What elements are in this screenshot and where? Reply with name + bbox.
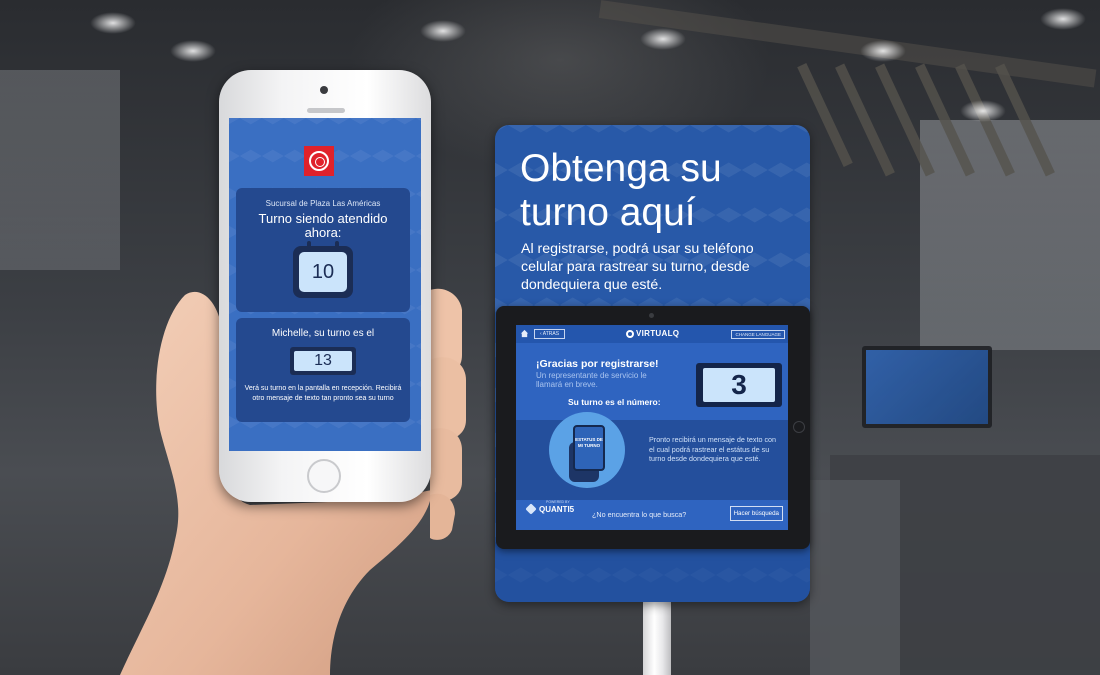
user-turn-number: 13 — [294, 351, 352, 371]
representative-text: Un representante de servicio le llamará … — [536, 371, 647, 389]
status-label: ESTATUS DE MI TURNO — [575, 437, 603, 448]
kiosk-footer — [495, 542, 810, 602]
tablet-camera — [649, 313, 654, 318]
brand-name: VIRTUALQ — [636, 329, 680, 338]
phone-screen: Sucursal de Plaza Las Américas Turno sie… — [229, 118, 421, 451]
kiosk-title: Obtenga su turno aquí — [520, 147, 722, 234]
kiosk-subtitle: Al registrarse, podrá usar su teléfono c… — [521, 241, 754, 293]
quantis-logo-icon — [525, 503, 537, 515]
tablet-screen: ‹ ATRAS VIRTUALQ CHANGE LANGUAGE ¡Gracia… — [516, 325, 788, 530]
quantis-name: QUANTI5 — [539, 504, 575, 514]
calendar-icon: 10 — [293, 241, 353, 298]
back-button[interactable]: ‹ ATRAS — [534, 329, 566, 339]
earpiece-speaker — [307, 108, 345, 113]
branch-name: Sucursal de Plaza Las Américas — [265, 199, 381, 208]
user-turn-label: Michelle, su turno es el — [271, 328, 375, 339]
not-found-text: ¿No encuentra lo que busca? — [592, 510, 687, 519]
tablet: ‹ ATRAS VIRTUALQ CHANGE LANGUAGE ¡Gracia… — [496, 306, 810, 549]
your-turn-label: Su turno es el número: — [568, 397, 661, 407]
virtualq-logo-icon — [626, 329, 634, 338]
status-phone-icon: ESTATUS DE MI TURNO — [549, 412, 625, 488]
thanks-heading: ¡Gracias por registrarse! — [536, 358, 659, 370]
your-turn-card: Michelle, su turno es el 13 Verá su turn… — [236, 318, 410, 422]
ticket-icon: 3 — [696, 363, 782, 407]
quantis-logo: POWERED BY QUANTI5 — [525, 500, 575, 515]
home-button[interactable] — [307, 459, 341, 493]
serving-number: 10 — [299, 252, 347, 292]
bank-logo-icon — [304, 146, 334, 176]
home-icon[interactable] — [520, 329, 529, 338]
kiosk-pole — [643, 596, 671, 675]
ticket-icon: 13 — [290, 347, 356, 375]
search-button[interactable]: Hacer búsqueda — [729, 506, 783, 521]
soon-message: Pronto recibirá un mensaje de texto con … — [649, 435, 777, 463]
tablet-home-button[interactable] — [793, 421, 805, 433]
front-camera — [320, 86, 328, 94]
smartphone: Sucursal de Plaza Las Américas Turno sie… — [219, 70, 431, 502]
turn-number: 3 — [703, 368, 775, 402]
now-serving-card: Sucursal de Plaza Las Américas Turno sie… — [236, 188, 410, 312]
background-monitor — [862, 346, 992, 428]
virtualq-logo: VIRTUALQ — [626, 329, 679, 338]
turn-message: Verá su turno en la pantalla en recepció… — [244, 385, 402, 402]
powered-by-text: POWERED BY — [546, 500, 570, 504]
change-language-button[interactable]: CHANGE LANGUAGE — [731, 330, 785, 339]
now-serving-label: Turno siendo atendido ahora: — [258, 211, 388, 240]
